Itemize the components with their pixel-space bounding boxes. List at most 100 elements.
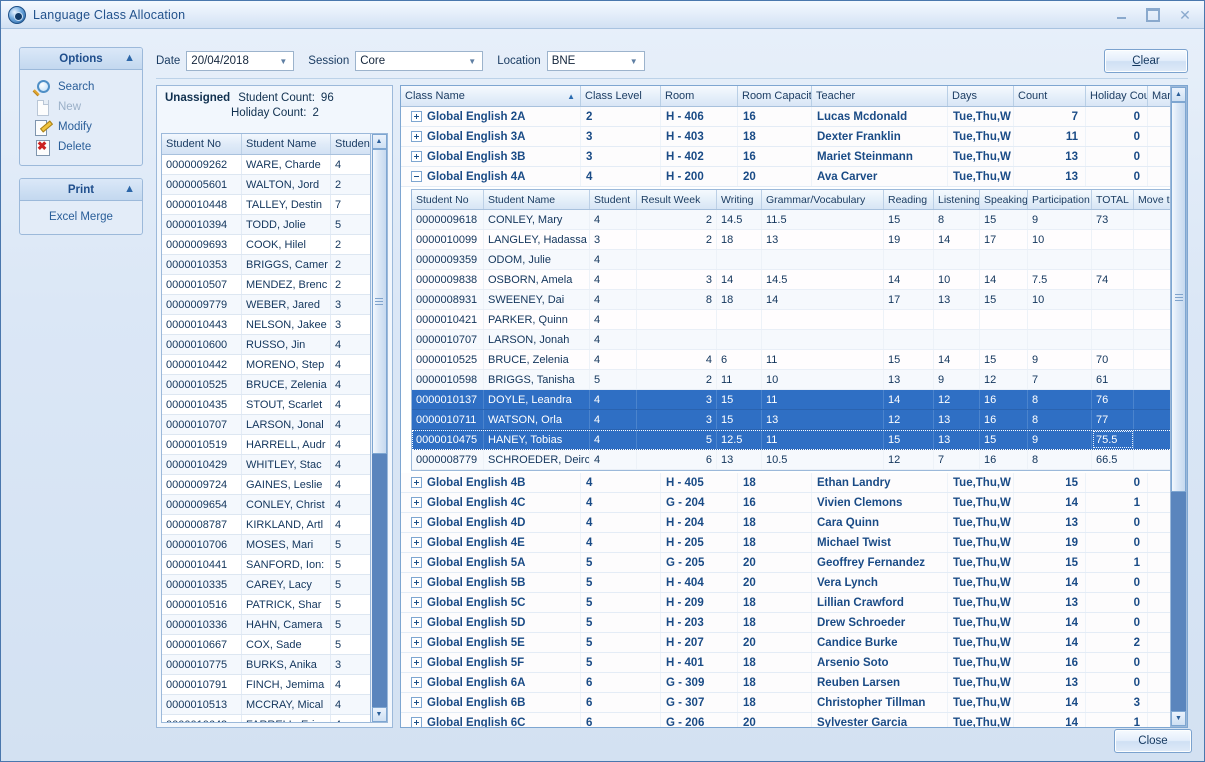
table-row[interactable]: 0000010353BRIGGS, Camer2: [162, 255, 370, 275]
detail-row[interactable]: 0000009838OSBORN, Amela431414.51410147.5…: [412, 270, 1170, 290]
expand-expander-icon[interactable]: [411, 557, 422, 568]
collapse-expander-icon[interactable]: [411, 171, 422, 182]
detail-move-to-class[interactable]: [1134, 270, 1170, 289]
scroll-up-icon[interactable]: ▲: [372, 134, 387, 149]
sidebar-item-excel-merge[interactable]: Excel Merge: [49, 211, 113, 223]
maximize-icon[interactable]: [1140, 5, 1166, 24]
detail-move-to-class[interactable]: [1134, 310, 1170, 329]
table-row[interactable]: 0000010336HAHN, Camera5: [162, 615, 370, 635]
detail-move-to-class[interactable]: [1134, 350, 1170, 369]
column-header-3[interactable]: Room Capacit: [738, 86, 812, 106]
detail-column-header-7[interactable]: Listening: [934, 190, 980, 209]
table-row[interactable]: 0000010667COX, Sade5: [162, 635, 370, 655]
column-header-1[interactable]: Student Name: [242, 134, 331, 154]
detail-column-header-5[interactable]: Grammar/Vocabulary: [762, 190, 884, 209]
detail-move-to-class[interactable]: [1134, 330, 1170, 349]
class-row[interactable]: Global English 5A5G - 20520Geoffrey Fern…: [401, 553, 1170, 573]
unassigned-grid-body[interactable]: 0000009262WARE, Charde40000005601WALTON,…: [162, 155, 370, 723]
detail-column-header-3[interactable]: Result Week: [637, 190, 717, 209]
table-row[interactable]: 0000010513MCCRAY, Mical4: [162, 695, 370, 715]
chevron-up-icon[interactable]: ▲: [124, 52, 135, 64]
chevron-down-icon[interactable]: ▼: [465, 52, 479, 70]
class-row[interactable]: Global English 6C6G - 20620Sylvester Gar…: [401, 713, 1170, 727]
detail-move-to-class[interactable]: [1134, 370, 1170, 389]
chevron-up-icon[interactable]: ▲: [124, 183, 135, 195]
table-row[interactable]: 0000010507MENDEZ, Brenc2: [162, 275, 370, 295]
expand-expander-icon[interactable]: [411, 537, 422, 548]
close-icon[interactable]: ✕: [1172, 5, 1198, 24]
column-header-4[interactable]: Teacher: [812, 86, 948, 106]
detail-move-to-class[interactable]: [1134, 390, 1170, 409]
scroll-down-icon[interactable]: ▼: [372, 707, 387, 722]
table-row[interactable]: 0000010441SANFORD, Ion:5: [162, 555, 370, 575]
expand-expander-icon[interactable]: [411, 697, 422, 708]
detail-column-header-11[interactable]: Move to this class:: [1134, 190, 1170, 209]
table-row[interactable]: 0000010443NELSON, Jakee3: [162, 315, 370, 335]
date-picker[interactable]: 20/04/2018 ▼: [186, 51, 294, 71]
column-header-6[interactable]: Count: [1014, 86, 1086, 106]
detail-column-header-9[interactable]: Participation: [1028, 190, 1092, 209]
detail-move-to-class[interactable]: [1134, 210, 1170, 229]
table-row[interactable]: 0000010643FARRELL, Erica4: [162, 715, 370, 723]
detail-column-header-1[interactable]: Student Name: [484, 190, 590, 209]
detail-row[interactable]: 0000010711WATSON, Orla431513121316877: [412, 410, 1170, 430]
expand-expander-icon[interactable]: [411, 717, 422, 727]
class-row[interactable]: Global English 5E5H - 20720Candice Burke…: [401, 633, 1170, 653]
column-header-7[interactable]: Holiday Cour: [1086, 86, 1148, 106]
class-row[interactable]: Global English 5B5H - 40420Vera LynchTue…: [401, 573, 1170, 593]
table-row[interactable]: 0000009779WEBER, Jared3: [162, 295, 370, 315]
detail-move-to-class[interactable]: [1134, 430, 1170, 449]
minimize-icon[interactable]: [1108, 5, 1134, 24]
class-row[interactable]: Global English 3A3H - 40318Dexter Frankl…: [401, 127, 1170, 147]
table-row[interactable]: 0000010707LARSON, Jonal4: [162, 415, 370, 435]
detail-column-header-0[interactable]: Student No: [412, 190, 484, 209]
scroll-up-icon[interactable]: ▲: [1171, 87, 1186, 102]
sidebar-item-new[interactable]: New: [20, 97, 142, 117]
detail-move-to-class[interactable]: [1134, 230, 1170, 249]
detail-column-header-8[interactable]: Speaking: [980, 190, 1028, 209]
column-header-0[interactable]: Class Name▲: [401, 86, 581, 106]
scrollbar-track[interactable]: [1171, 102, 1186, 711]
class-grid-scrollbar[interactable]: ▲ ▼: [1170, 86, 1187, 727]
detail-row[interactable]: 0000008931SWEENEY, Dai48181417131510: [412, 290, 1170, 310]
detail-column-header-2[interactable]: Student: [590, 190, 637, 209]
class-row[interactable]: Global English 4B4H - 40518Ethan LandryT…: [401, 473, 1170, 493]
expand-expander-icon[interactable]: [411, 517, 422, 528]
table-row[interactable]: 0000010775BURKS, Anika3: [162, 655, 370, 675]
detail-row[interactable]: 0000008779SCHROEDER, Deirc461310.5127168…: [412, 450, 1170, 470]
expand-expander-icon[interactable]: [411, 131, 422, 142]
clear-button[interactable]: Clear: [1104, 49, 1188, 73]
detail-move-to-class[interactable]: [1134, 290, 1170, 309]
expand-expander-icon[interactable]: [411, 577, 422, 588]
options-panel-header[interactable]: Options ▲: [20, 48, 142, 70]
detail-row[interactable]: 0000009359ODOM, Julie4: [412, 250, 1170, 270]
class-grid-body[interactable]: Global English 2A2H - 40616Lucas Mcdonal…: [401, 107, 1170, 727]
column-header-1[interactable]: Class Level: [581, 86, 661, 106]
chevron-down-icon[interactable]: ▼: [627, 52, 641, 70]
table-row[interactable]: 0000010435STOUT, Scarlet4: [162, 395, 370, 415]
expand-expander-icon[interactable]: [411, 151, 422, 162]
scrollbar-thumb[interactable]: [1171, 102, 1186, 492]
detail-row[interactable]: 0000010525BRUCE, Zelenia44611151415970: [412, 350, 1170, 370]
class-row[interactable]: Global English 3B3H - 40216Mariet Steinm…: [401, 147, 1170, 167]
detail-row[interactable]: 0000009618CONLEY, Mary4214.511.515815973: [412, 210, 1170, 230]
column-header-2[interactable]: Room: [661, 86, 738, 106]
location-select[interactable]: BNE ▼: [547, 51, 645, 71]
column-header-0[interactable]: Student No: [162, 134, 242, 154]
table-row[interactable]: 0000010442MORENO, Step4: [162, 355, 370, 375]
column-header-5[interactable]: Days: [948, 86, 1014, 106]
column-header-8[interactable]: Mark Attend: [1148, 86, 1170, 106]
table-row[interactable]: 0000008787KIRKLAND, Artl4: [162, 515, 370, 535]
class-row[interactable]: Global English 2A2H - 40616Lucas Mcdonal…: [401, 107, 1170, 127]
chevron-down-icon[interactable]: ▼: [276, 52, 290, 70]
table-row[interactable]: 0000009262WARE, Charde4: [162, 155, 370, 175]
sidebar-item-search[interactable]: Search: [20, 77, 142, 97]
class-row[interactable]: Global English 6B6G - 30718Christopher T…: [401, 693, 1170, 713]
class-row[interactable]: Global English 4C4G - 20416Vivien Clemon…: [401, 493, 1170, 513]
detail-move-to-class[interactable]: [1134, 450, 1170, 469]
class-row[interactable]: Global English 5F5H - 40118Arsenio SotoT…: [401, 653, 1170, 673]
expand-expander-icon[interactable]: [411, 597, 422, 608]
column-header-2[interactable]: Student l: [331, 134, 371, 154]
table-row[interactable]: 0000010525BRUCE, Zelenia4: [162, 375, 370, 395]
class-row[interactable]: Global English 5C5H - 20918Lillian Crawf…: [401, 593, 1170, 613]
